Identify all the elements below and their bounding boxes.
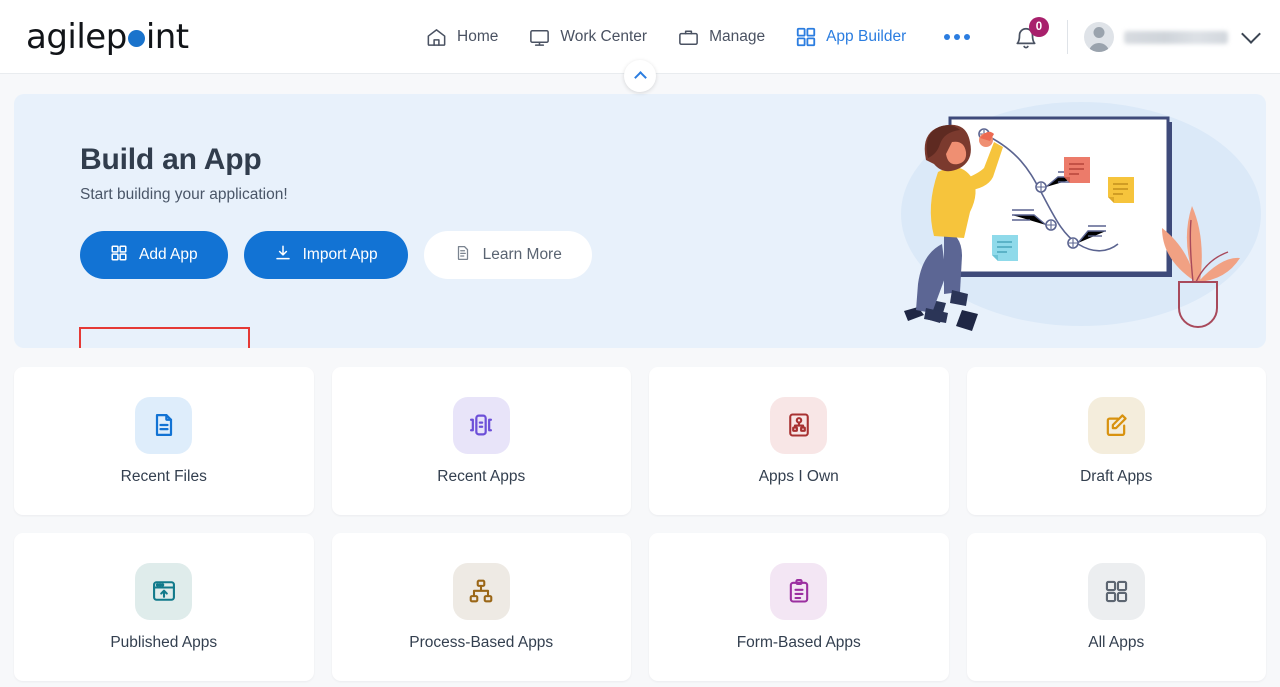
- more-horizontal-icon[interactable]: [944, 34, 971, 40]
- card-label: Published Apps: [110, 633, 218, 651]
- org-chart-icon: [452, 562, 510, 620]
- nav-item-work-center[interactable]: Work Center: [528, 26, 647, 49]
- import-app-button[interactable]: Import App: [243, 231, 408, 279]
- notification-count-badge: 0: [1029, 17, 1049, 37]
- briefcase-icon: [677, 26, 700, 49]
- import-app-label: Import App: [302, 246, 378, 263]
- shortcut-cards-grid: Recent Files Recent Apps Apps I Own Draf…: [14, 367, 1266, 681]
- grid-icon: [795, 26, 817, 48]
- nav-item-manage[interactable]: Manage: [677, 26, 765, 49]
- card-label: Recent Files: [120, 467, 207, 485]
- card-label: Form-Based Apps: [736, 633, 861, 651]
- main-content: Build an App Start building your applica…: [0, 94, 1280, 681]
- learn-more-button[interactable]: Learn More: [423, 231, 592, 279]
- card-label: Draft Apps: [1080, 467, 1153, 485]
- add-app-highlight-annotation: [79, 327, 250, 348]
- card-draft-apps[interactable]: Draft Apps: [966, 367, 1266, 515]
- banner-button-row: Add App Import App Learn More: [80, 231, 1266, 279]
- header-right-actions: 0: [1009, 0, 1261, 74]
- header-divider: [1067, 20, 1068, 54]
- main-navigation: Home Work Center Manage App Builder: [425, 0, 971, 74]
- logo-text-left: agilep: [26, 16, 127, 57]
- grid-squares-icon: [1087, 562, 1145, 620]
- banner-subtitle: Start building your application!: [80, 186, 288, 203]
- monitor-icon: [528, 26, 551, 49]
- card-published-apps[interactable]: Published Apps: [14, 533, 314, 681]
- avatar[interactable]: [1084, 22, 1114, 52]
- logo-text-right: int: [145, 16, 189, 57]
- card-recent-apps[interactable]: Recent Apps: [331, 367, 631, 515]
- card-form-based-apps[interactable]: Form-Based Apps: [649, 533, 949, 681]
- nav-label-home: Home: [457, 28, 499, 45]
- card-label: Apps I Own: [758, 467, 839, 485]
- banner-text-block: Build an App Start building your applica…: [14, 94, 1266, 279]
- document-icon: [454, 244, 472, 267]
- card-label: All Apps: [1088, 633, 1145, 651]
- agilepoint-logo[interactable]: agilep int: [26, 17, 189, 57]
- edit-pencil-icon: [1087, 396, 1145, 454]
- card-process-based-apps[interactable]: Process-Based Apps: [331, 533, 631, 681]
- grid-icon: [110, 244, 128, 267]
- card-all-apps[interactable]: All Apps: [966, 533, 1266, 681]
- nav-item-app-builder[interactable]: App Builder: [795, 26, 906, 48]
- add-app-label: Add App: [139, 246, 198, 263]
- collapse-banner-button[interactable]: [624, 60, 656, 92]
- add-app-button[interactable]: Add App: [80, 231, 228, 279]
- publish-window-icon: [135, 562, 193, 620]
- logo-dot-icon: [127, 29, 145, 47]
- card-label: Recent Apps: [437, 467, 526, 485]
- chevron-up-icon: [633, 71, 647, 84]
- notifications-button[interactable]: 0: [1009, 17, 1051, 57]
- nav-label-app-builder: App Builder: [826, 28, 907, 45]
- page-title: Build an App: [80, 143, 262, 176]
- home-icon: [425, 26, 448, 49]
- owner-hierarchy-icon: [770, 396, 828, 454]
- clipboard-icon: [770, 562, 828, 620]
- nav-item-home[interactable]: Home: [425, 26, 498, 49]
- card-recent-files[interactable]: Recent Files: [14, 367, 314, 515]
- card-label: Process-Based Apps: [409, 633, 554, 651]
- app-brackets-icon: [452, 396, 510, 454]
- nav-label-work-center: Work Center: [560, 28, 648, 45]
- card-apps-i-own[interactable]: Apps I Own: [649, 367, 949, 515]
- chevron-down-icon[interactable]: [1241, 24, 1261, 44]
- build-an-app-banner: Build an App Start building your applica…: [14, 94, 1266, 348]
- download-icon: [274, 244, 292, 267]
- nav-label-manage: Manage: [709, 28, 766, 45]
- user-name-label: [1124, 30, 1228, 44]
- file-document-icon: [135, 396, 193, 454]
- learn-more-label: Learn More: [482, 246, 562, 263]
